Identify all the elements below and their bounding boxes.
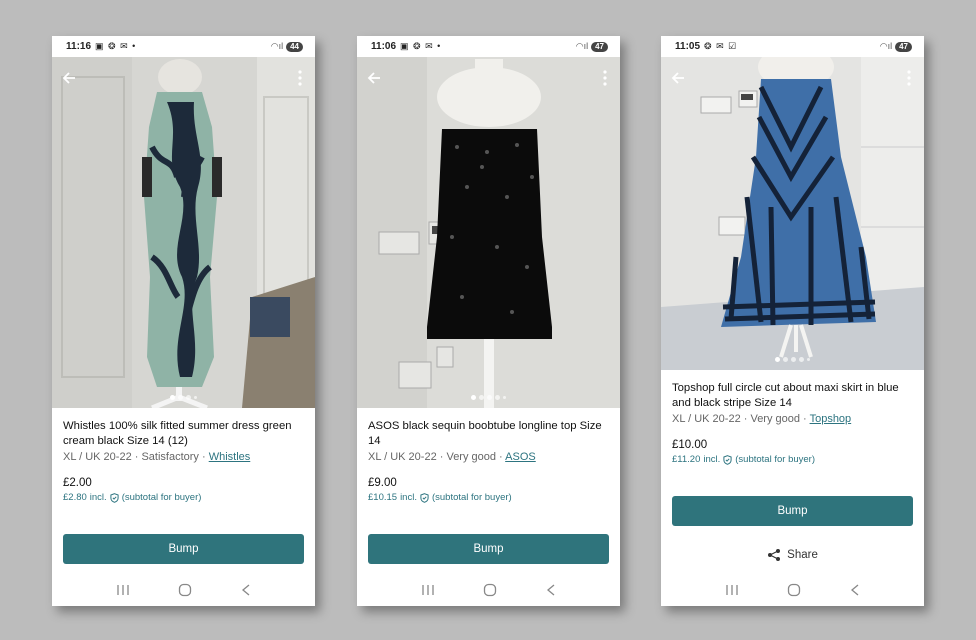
android-nav-bar (52, 574, 315, 606)
phone-screen-topshop-skirt: 11:05 ❂ ✉ ☑ ◠ıl 47 Topshop full circle c… (661, 36, 924, 606)
listing-meta: XL / UK 20-22 · Very good · ASOS (368, 450, 609, 465)
recent-apps-icon[interactable] (725, 584, 739, 596)
android-nav-bar (661, 574, 924, 606)
photo-pagination-dots (52, 395, 315, 400)
incl-label: incl. (703, 454, 721, 465)
share-button[interactable]: Share (661, 548, 924, 562)
listing-meta: XL / UK 20-22 · Satisfactory · Whistles (63, 450, 304, 465)
more-options-icon[interactable] (902, 69, 916, 87)
brand-link[interactable]: ASOS (505, 451, 536, 463)
buyer-price: £2.80 (63, 492, 87, 503)
listing-title: Whistles 100% silk fitted summer dress g… (63, 420, 292, 447)
listing-photo[interactable] (357, 57, 620, 408)
size-condition: XL / UK 20-22 · Very good · (368, 451, 506, 463)
buyer-subtotal-note: (subtotal for buyer) (431, 492, 512, 503)
listing-details: Topshop full circle cut about maxi skirt… (661, 370, 924, 465)
photo-pagination-dots (357, 395, 620, 400)
size-condition: XL / UK 20-22 · Satisfactory · (63, 451, 209, 463)
wifi-signal-icon: ◠ıl (270, 41, 284, 51)
listing-photo[interactable] (661, 57, 924, 370)
recent-apps-icon[interactable] (421, 584, 435, 596)
more-options-icon[interactable] (293, 69, 307, 87)
buyer-price-row[interactable]: £2.80 incl. (subtotal for buyer) (63, 492, 304, 503)
notification-icons: ❂ ✉ ☑ (704, 41, 738, 51)
bump-button[interactable]: Bump (63, 534, 304, 564)
size-condition: XL / UK 20-22 · Very good · (672, 413, 810, 425)
share-label: Share (787, 549, 818, 561)
listing-meta: XL / UK 20-22 · Very good · Topshop (672, 412, 913, 427)
incl-label: incl. (400, 492, 417, 503)
nav-back-icon[interactable] (241, 584, 251, 596)
bump-button[interactable]: Bump (672, 496, 913, 526)
buyer-price: £11.20 (672, 454, 701, 465)
incl-label: incl. (89, 492, 107, 503)
status-time: 11:16 (66, 41, 92, 52)
buyer-protection-shield-icon (110, 492, 119, 503)
bump-button[interactable]: Bump (368, 534, 609, 564)
nav-back-icon[interactable] (850, 584, 860, 596)
battery-icon: 47 (895, 41, 912, 52)
nav-back-icon[interactable] (546, 584, 556, 596)
phone-screen-asos-top: 11:06 ▣ ❂ ✉ • ◠ıl 47 ASOS black sequin b… (357, 36, 620, 606)
back-arrow-icon[interactable] (60, 69, 78, 87)
notification-icons: ▣ ❂ ✉ • (95, 41, 137, 51)
battery-icon: 47 (591, 41, 608, 52)
listing-details: Whistles 100% silk fitted summer dress g… (52, 408, 315, 503)
status-bar: 11:16 ▣ ❂ ✉ • ◠ıl 44 (52, 36, 315, 57)
notification-icons: ▣ ❂ ✉ • (400, 41, 442, 51)
status-time: 11:05 (675, 41, 701, 52)
photo-pagination-dots (661, 357, 924, 362)
buyer-subtotal-note: (subtotal for buyer) (121, 492, 202, 503)
home-icon[interactable] (483, 583, 497, 597)
status-bar: 11:05 ❂ ✉ ☑ ◠ıl 47 (661, 36, 924, 57)
buyer-subtotal-note: (subtotal for buyer) (735, 454, 815, 465)
back-arrow-icon[interactable] (669, 69, 687, 87)
listing-title: ASOS black sequin boobtube longline top … (368, 420, 602, 447)
listing-details: ASOS black sequin boobtube longline top … (357, 408, 620, 503)
buyer-price-row[interactable]: £11.20 incl. (subtotal for buyer) (672, 454, 913, 465)
listing-price: £10.00 (672, 439, 708, 451)
buyer-protection-shield-icon (420, 492, 429, 503)
battery-icon: 44 (286, 41, 303, 52)
listing-photo[interactable] (52, 57, 315, 408)
listing-price: £9.00 (368, 477, 397, 489)
wifi-signal-icon: ◠ıl (575, 41, 589, 51)
phone-screen-whistles-dress: 11:16 ▣ ❂ ✉ • ◠ıl 44 Whistles 100% silk … (52, 36, 315, 606)
status-time: 11:06 (371, 41, 397, 52)
home-icon[interactable] (787, 583, 801, 597)
share-icon (768, 549, 781, 561)
back-arrow-icon[interactable] (365, 69, 383, 87)
listing-price: £2.00 (63, 477, 92, 489)
android-nav-bar (357, 574, 620, 606)
brand-link[interactable]: Topshop (810, 413, 852, 425)
status-bar: 11:06 ▣ ❂ ✉ • ◠ıl 47 (357, 36, 620, 57)
buyer-protection-shield-icon (723, 454, 732, 465)
more-options-icon[interactable] (598, 69, 612, 87)
buyer-price-row[interactable]: £10.15 incl. (subtotal for buyer) (368, 492, 609, 503)
listing-title: Topshop full circle cut about maxi skirt… (672, 382, 899, 409)
brand-link[interactable]: Whistles (209, 451, 251, 463)
buyer-price: £10.15 (368, 492, 398, 503)
wifi-signal-icon: ◠ıl (879, 41, 893, 51)
home-icon[interactable] (178, 583, 192, 597)
recent-apps-icon[interactable] (116, 584, 130, 596)
